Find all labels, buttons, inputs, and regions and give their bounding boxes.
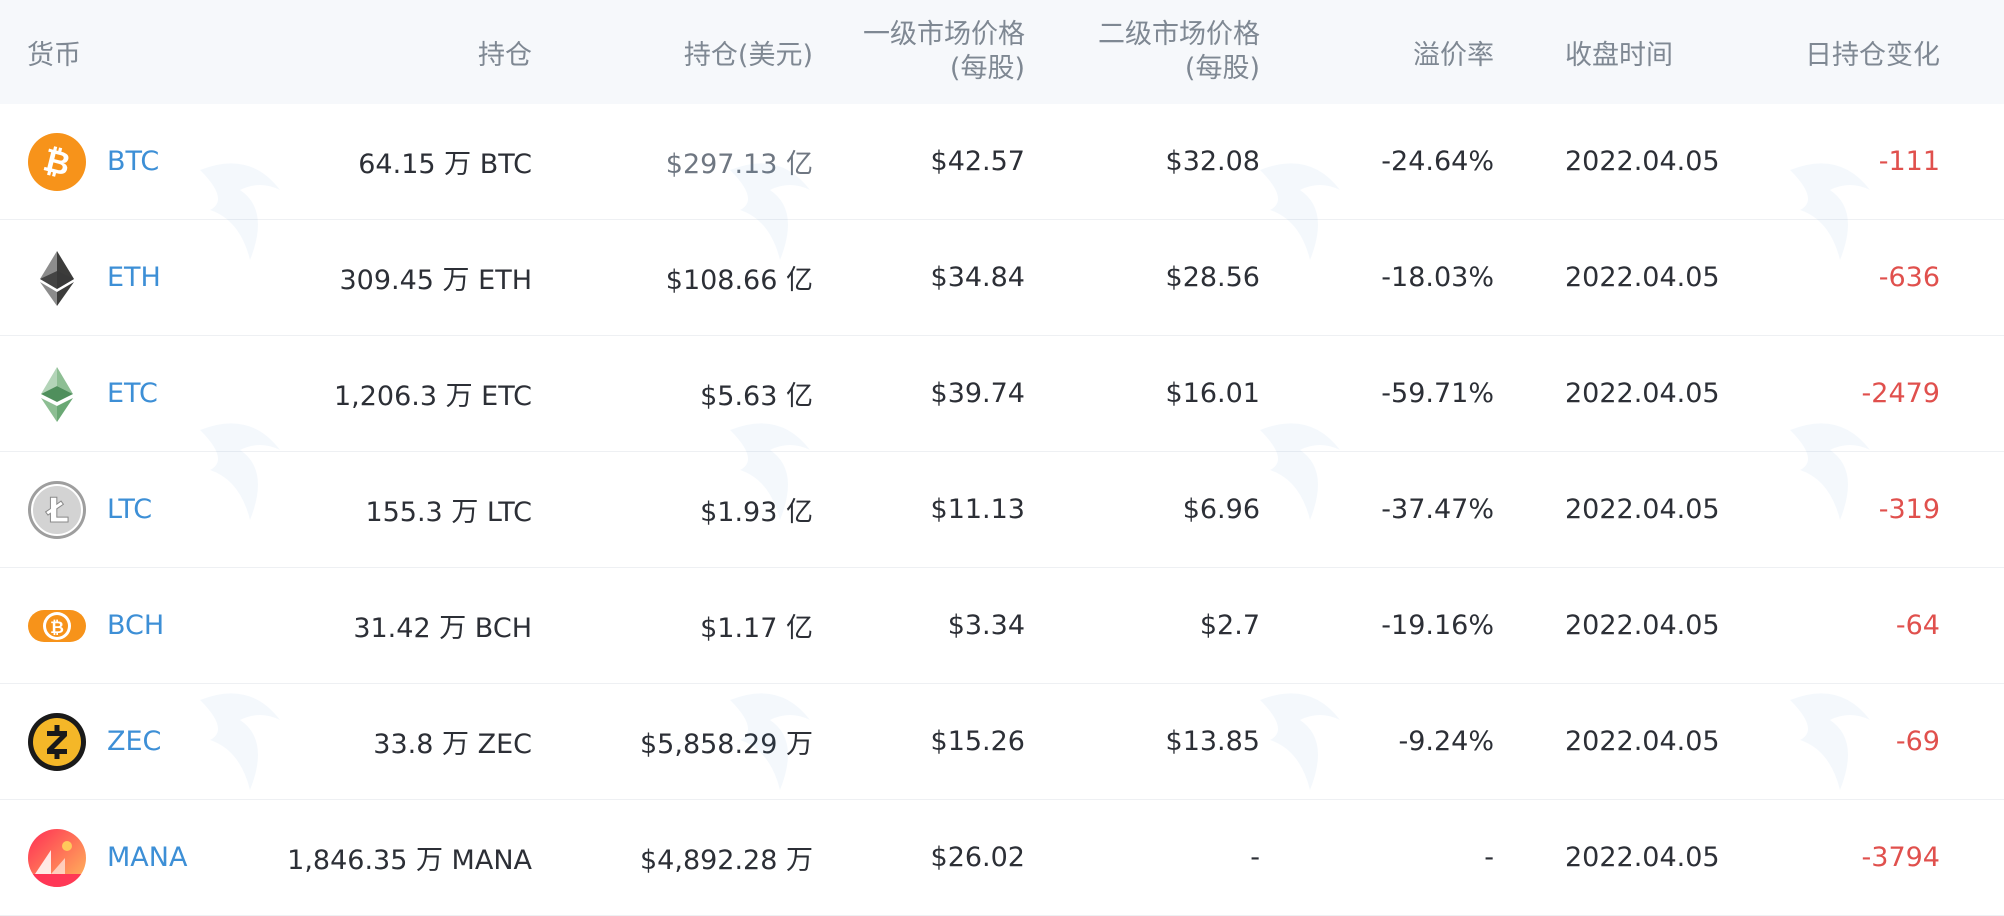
daily-change-cell: -3794	[1861, 842, 1940, 873]
table-row[interactable]: MANA 1,846.35 万 MANA $4,892.28 万 $26.02 …	[0, 800, 2004, 916]
holdings-usd-cell: $297.13 亿	[665, 149, 813, 180]
table-row[interactable]: ETC 1,206.3 万 ETC $5.63 亿 $39.74 $16.01 …	[0, 336, 2004, 452]
secondary-price-cell: $2.7	[1199, 610, 1260, 641]
header-secondary-price[interactable]: 二级市场价格 (每股)	[1040, 0, 1260, 104]
holdings-usd-cell: $108.66 亿	[665, 265, 813, 296]
close-time-cell: 2022.04.05	[1565, 494, 1720, 525]
primary-price-cell: $34.84	[930, 262, 1025, 293]
holdings-cell: 155.3 万 LTC	[365, 497, 532, 528]
decentraland-icon	[27, 828, 87, 888]
svg-text:₿: ₿	[50, 618, 64, 638]
holdings-usd-cell: $5.63 亿	[700, 381, 813, 412]
holdings-cell: 31.42 万 BCH	[353, 613, 532, 644]
coin-link[interactable]: ETC	[107, 378, 158, 409]
holdings-cell: 1,846.35 万 MANA	[287, 845, 532, 876]
holdings-usd-cell: $1.93 亿	[700, 497, 813, 528]
daily-change-cell: -319	[1878, 494, 1940, 525]
secondary-price-cell: $32.08	[1165, 146, 1260, 177]
primary-price-cell: $15.26	[930, 726, 1025, 757]
coin-link[interactable]: ZEC	[107, 726, 161, 757]
premium-cell: -59.71%	[1381, 378, 1494, 409]
daily-change-cell: -69	[1895, 726, 1940, 757]
close-time-cell: 2022.04.05	[1565, 610, 1720, 641]
premium-cell: -9.24%	[1398, 726, 1494, 757]
coin-cell[interactable]: Ł LTC	[27, 452, 267, 567]
header-close-time[interactable]: 收盘时间	[1565, 0, 1785, 104]
coin-link[interactable]: BCH	[107, 610, 164, 641]
table-row[interactable]: ₿ BTC 64.15 万 BTC $297.13 亿 $42.57 $32.0…	[0, 104, 2004, 220]
daily-change-cell: -111	[1878, 146, 1940, 177]
table-row[interactable]: ₿ BCH 31.42 万 BCH $1.17 亿 $3.34 $2.7 -19…	[0, 568, 2004, 684]
secondary-price-cell: $6.96	[1182, 494, 1260, 525]
secondary-price-cell: $28.56	[1165, 262, 1260, 293]
premium-cell: -37.47%	[1381, 494, 1494, 525]
close-time-cell: 2022.04.05	[1565, 262, 1720, 293]
primary-price-cell: $39.74	[930, 378, 1025, 409]
premium-cell: -24.64%	[1381, 146, 1494, 177]
header-primary-price[interactable]: 一级市场价格 (每股)	[820, 0, 1025, 104]
coin-link[interactable]: ETH	[107, 262, 161, 293]
header-premium[interactable]: 溢价率	[1270, 0, 1494, 104]
premium-cell: -19.16%	[1381, 610, 1494, 641]
coin-cell[interactable]: ZEC	[27, 684, 267, 799]
bitcoin-cash-icon: ₿	[27, 596, 87, 656]
holdings-cell: 64.15 万 BTC	[358, 149, 532, 180]
primary-price-cell: $3.34	[947, 610, 1025, 641]
bitcoin-icon: ₿	[27, 132, 87, 192]
header-holdings[interactable]: 持仓	[260, 0, 532, 104]
coin-cell[interactable]: ₿ BTC	[27, 104, 267, 219]
holdings-cell: 33.8 万 ZEC	[373, 729, 532, 760]
holdings-cell: 309.45 万 ETH	[339, 265, 533, 296]
coin-link[interactable]: LTC	[107, 494, 152, 525]
header-coin[interactable]: 货币	[27, 0, 267, 104]
close-time-cell: 2022.04.05	[1565, 726, 1720, 757]
secondary-price-cell: $13.85	[1165, 726, 1260, 757]
table-row[interactable]: Ł LTC 155.3 万 LTC $1.93 亿 $11.13 $6.96 -…	[0, 452, 2004, 568]
coin-link[interactable]: BTC	[107, 146, 159, 177]
secondary-price-cell: -	[1250, 842, 1260, 873]
primary-price-cell: $11.13	[930, 494, 1025, 525]
table-header: 货币 持仓 持仓(美元) 一级市场价格 (每股) 二级市场价格 (每股) 溢价率…	[0, 0, 2004, 104]
coin-cell[interactable]: ETH	[27, 220, 267, 335]
coin-cell[interactable]: ETC	[27, 336, 267, 451]
ethereum-icon	[27, 248, 87, 308]
table-row[interactable]: ETH 309.45 万 ETH $108.66 亿 $34.84 $28.56…	[0, 220, 2004, 336]
header-holdings-usd[interactable]: 持仓(美元)	[540, 0, 813, 104]
header-daily-change[interactable]: 日持仓变化	[1760, 0, 1940, 104]
coin-link[interactable]: MANA	[107, 842, 187, 873]
primary-price-cell: $26.02	[930, 842, 1025, 873]
close-time-cell: 2022.04.05	[1565, 378, 1720, 409]
daily-change-cell: -636	[1878, 262, 1940, 293]
zcash-icon	[27, 712, 87, 772]
premium-cell: -18.03%	[1381, 262, 1494, 293]
primary-price-cell: $42.57	[930, 146, 1025, 177]
svg-text:Ł: Ł	[45, 491, 69, 531]
premium-cell: -	[1484, 842, 1494, 873]
coin-cell[interactable]: ₿ BCH	[27, 568, 267, 683]
daily-change-cell: -64	[1895, 610, 1940, 641]
close-time-cell: 2022.04.05	[1565, 842, 1720, 873]
daily-change-cell: -2479	[1861, 378, 1940, 409]
holdings-cell: 1,206.3 万 ETC	[333, 381, 532, 412]
holdings-usd-cell: $4,892.28 万	[640, 845, 813, 876]
table-row[interactable]: ZEC 33.8 万 ZEC $5,858.29 万 $15.26 $13.85…	[0, 684, 2004, 800]
close-time-cell: 2022.04.05	[1565, 146, 1720, 177]
litecoin-icon: Ł	[27, 480, 87, 540]
coin-cell[interactable]: MANA	[27, 800, 267, 915]
holdings-usd-cell: $1.17 亿	[700, 613, 813, 644]
holdings-usd-cell: $5,858.29 万	[640, 729, 813, 760]
ethereum-classic-icon	[27, 364, 87, 424]
secondary-price-cell: $16.01	[1165, 378, 1260, 409]
grayscale-holdings-table: 货币 持仓 持仓(美元) 一级市场价格 (每股) 二级市场价格 (每股) 溢价率…	[0, 0, 2004, 916]
